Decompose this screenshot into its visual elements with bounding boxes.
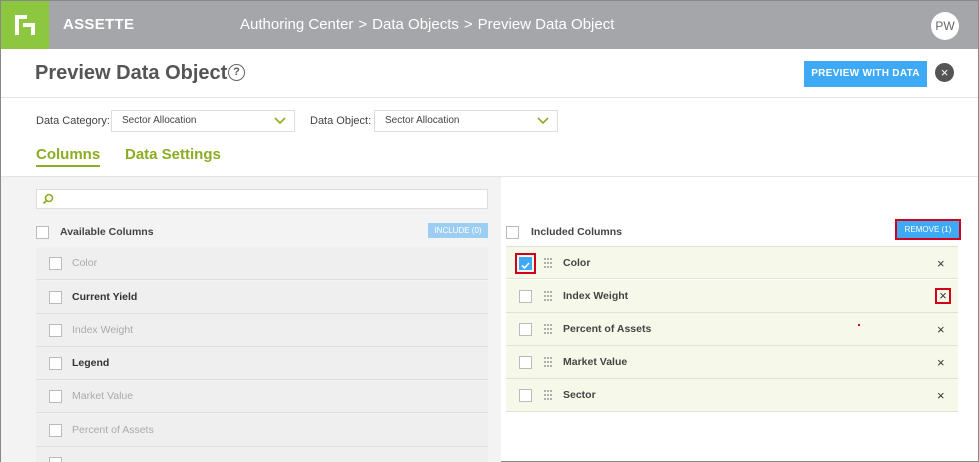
drag-handle-icon[interactable] [543, 257, 553, 269]
breadcrumb-data-objects[interactable]: Data Objects [372, 16, 459, 33]
search-input[interactable] [36, 189, 488, 209]
list-item[interactable]: Color × [506, 246, 958, 279]
drag-handle-icon[interactable] [543, 323, 553, 335]
data-category-select[interactable]: Sector Allocation [111, 110, 295, 132]
logo[interactable] [1, 1, 49, 49]
list-item[interactable]: Market Value [36, 380, 488, 413]
data-object-label: Data Object: [310, 115, 372, 127]
drag-handle-icon[interactable] [543, 290, 553, 302]
list-item[interactable] [36, 447, 488, 462]
column-label: Legend [72, 357, 110, 369]
top-bar: ASSETTE Authoring Center > Data Objects > Pr… [1, 1, 978, 49]
assette-logo-icon [15, 15, 35, 35]
drag-handle-icon[interactable] [543, 356, 553, 368]
remove-row-icon[interactable]: × [937, 389, 945, 402]
column-label: Color [563, 257, 591, 269]
list-item[interactable]: Legend [36, 347, 488, 380]
chevron-down-icon [537, 117, 549, 125]
row-checkbox[interactable] [49, 324, 62, 337]
remove-row-icon[interactable]: × [935, 288, 951, 304]
list-item[interactable]: Percent of Assets × [506, 313, 958, 346]
remove-row-icon[interactable]: × [937, 356, 945, 369]
help-circle-icon[interactable]: ? [228, 64, 245, 81]
column-label: Market Value [563, 356, 628, 368]
breadcrumb: Authoring Center > Data Objects > Preview Da… [240, 16, 614, 33]
data-object-select[interactable]: Sector Allocation [374, 110, 558, 132]
data-category-value: Sector Allocation [122, 115, 197, 126]
column-label: Current Yield [72, 291, 138, 303]
search-icon [42, 193, 54, 205]
column-label: Market Value [72, 390, 134, 402]
row-checkbox[interactable] [49, 424, 62, 437]
column-label: Percent of Assets [563, 323, 652, 335]
row-checkbox[interactable] [519, 257, 532, 270]
list-item[interactable]: Color [36, 247, 488, 280]
annotation-dot [858, 324, 860, 326]
included-columns-header: Included Columns [531, 226, 623, 238]
breadcrumb-separator: > [463, 16, 473, 33]
data-object-value: Sector Allocation [385, 115, 460, 126]
breadcrumb-current: Preview Data Object [477, 16, 615, 33]
row-checkbox[interactable] [49, 390, 62, 403]
remove-row-icon[interactable]: × [937, 257, 945, 270]
list-item[interactable]: Current Yield [36, 281, 488, 314]
list-item[interactable]: Index Weight [36, 314, 488, 347]
brand-name: ASSETTE [63, 16, 135, 33]
list-item[interactable]: Sector × [506, 379, 958, 412]
select-all-included-checkbox[interactable] [506, 226, 519, 239]
column-label: Sector [563, 389, 596, 401]
close-circle-icon[interactable]: × [935, 63, 954, 82]
drag-handle-icon[interactable] [543, 389, 553, 401]
column-label: Index Weight [563, 290, 629, 302]
data-category-label: Data Category: [36, 115, 110, 127]
checkmark-icon [521, 262, 530, 270]
tab-data-settings[interactable]: Data Settings [125, 146, 221, 163]
page-title: Preview Data Object [35, 62, 228, 84]
preview-with-data-button[interactable]: PREVIEW WITH DATA [804, 61, 927, 87]
row-checkbox[interactable] [519, 356, 532, 369]
remove-button[interactable]: REMOVE (1) [895, 219, 961, 240]
remove-row-icon[interactable]: × [937, 323, 945, 336]
row-checkbox[interactable] [49, 457, 62, 462]
list-item[interactable]: Index Weight × [506, 280, 958, 313]
column-label: Color [72, 257, 98, 269]
user-avatar[interactable]: PW [931, 12, 959, 40]
row-checkbox[interactable] [49, 357, 62, 370]
tab-columns[interactable]: Columns [36, 146, 101, 167]
row-checkbox[interactable] [49, 291, 62, 304]
include-button[interactable]: INCLUDE (0) [428, 223, 488, 238]
list-item[interactable]: Market Value × [506, 346, 958, 379]
row-checkbox[interactable] [49, 257, 62, 270]
chevron-down-icon [274, 117, 286, 125]
breadcrumb-authoring-center[interactable]: Authoring Center [240, 16, 353, 33]
column-label: Index Weight [72, 324, 134, 336]
column-label: Percent of Assets [72, 424, 154, 436]
list-item[interactable]: Percent of Assets [36, 414, 488, 447]
breadcrumb-separator: > [358, 16, 368, 33]
row-checkbox[interactable] [519, 323, 532, 336]
available-columns-header: Available Columns [60, 226, 154, 238]
row-checkbox[interactable] [519, 389, 532, 402]
select-all-available-checkbox[interactable] [36, 226, 49, 239]
row-checkbox[interactable] [519, 290, 532, 303]
divider [1, 97, 978, 98]
